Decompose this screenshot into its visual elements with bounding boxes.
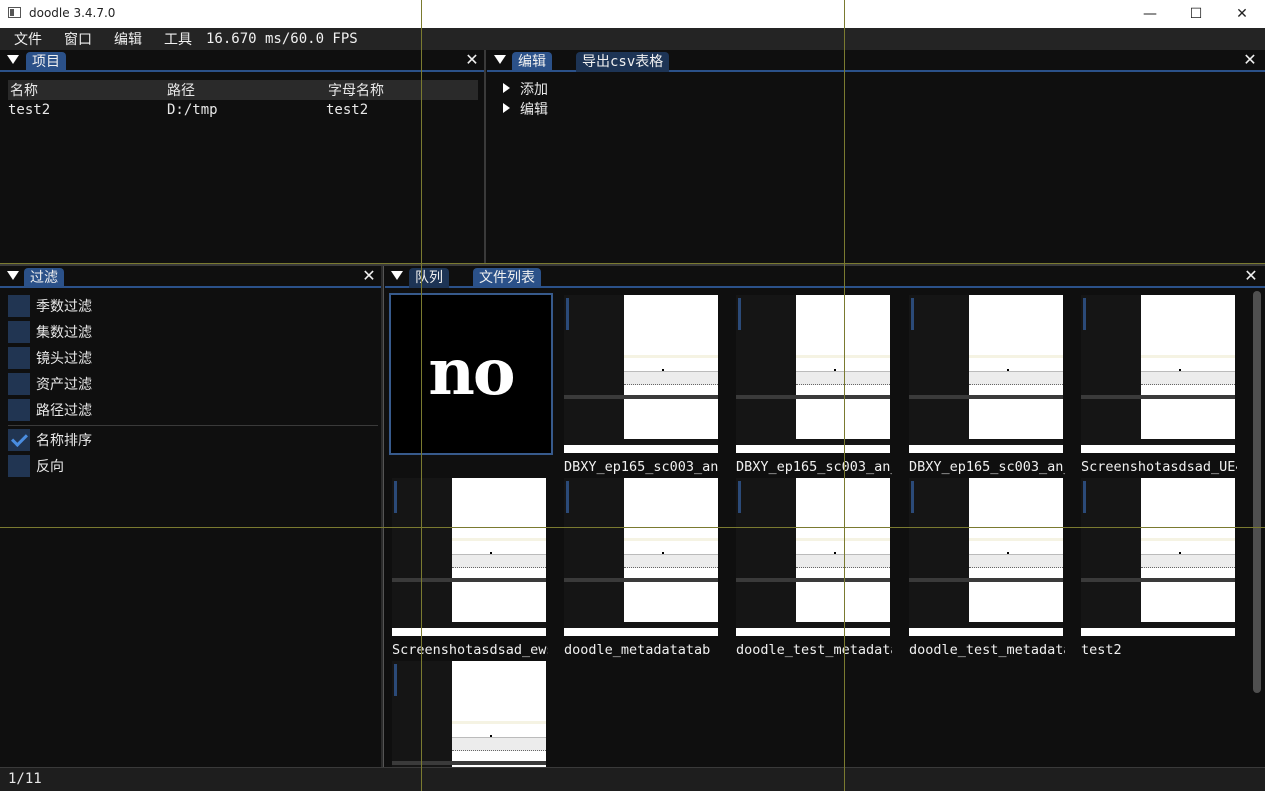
checkbox-label: 集数过滤 [36, 325, 92, 341]
file-item[interactable]: doodle_test_metadata1 [736, 478, 892, 658]
tab-queue[interactable]: 队列 [409, 268, 449, 288]
minimize-button[interactable]: — [1127, 0, 1173, 28]
column-header-alias[interactable]: 字母名称 [328, 80, 384, 100]
file-grid: no DBXY_ep165_sc003_an DBXY_ep165_sc003_… [385, 289, 1251, 767]
file-thumbnail[interactable] [1081, 295, 1235, 453]
close-icon[interactable]: ✕ [1241, 51, 1259, 69]
tab-project[interactable]: 项目 [26, 52, 66, 72]
checkbox-label: 季数过滤 [36, 299, 92, 315]
file-thumbnail[interactable] [909, 478, 1063, 636]
tree-node-edit[interactable]: 编辑 [520, 99, 548, 119]
file-item[interactable]: test2 [1081, 478, 1237, 658]
file-thumbnail[interactable] [736, 478, 890, 636]
collapse-icon[interactable] [494, 55, 506, 64]
file-name: doodle_test_metadata1 [909, 642, 1065, 658]
checkbox[interactable] [8, 455, 30, 477]
no-preview-text: no [428, 335, 515, 410]
file-item[interactable]: doodle_metadatatab [564, 478, 720, 658]
table-cell-path[interactable]: D:/tmp [167, 102, 218, 118]
menu-tools[interactable]: 工具 [156, 29, 200, 49]
checkbox-checked[interactable] [8, 429, 30, 451]
file-item[interactable]: DBXY_ep165_sc003_an_1 [736, 295, 892, 475]
close-icon[interactable]: ✕ [360, 267, 378, 285]
checkbox-label: 资产过滤 [36, 377, 92, 393]
file-thumbnail[interactable] [392, 478, 546, 636]
panel-divider[interactable] [484, 50, 486, 264]
app-icon [8, 7, 21, 18]
file-tabbar: 队列 文件列表 ✕ [385, 266, 1265, 288]
menu-window[interactable]: 窗口 [56, 29, 100, 49]
guide-line [0, 263, 1265, 264]
checkbox-label: 反向 [36, 459, 64, 475]
status-bar: 1/11 [0, 767, 1265, 791]
file-name: DBXY_ep165_sc003_an_1 [736, 459, 892, 475]
file-name: Screenshotasdsad_ews_ [392, 642, 548, 658]
menu-edit[interactable]: 编辑 [106, 29, 150, 49]
file-name: doodle_test_metadata1 [736, 642, 892, 658]
file-name: DBXY_ep165_sc003_an_2 [909, 459, 1065, 475]
file-name: doodle_metadatatab [564, 642, 711, 658]
file-item[interactable]: Screenshotasdsad_ews_ [392, 478, 548, 658]
title-bar: doodle 3.4.7.0 — ☐ ✕ [0, 0, 1265, 28]
panel-divider[interactable] [381, 266, 384, 767]
column-header-name[interactable]: 名称 [10, 80, 38, 100]
tab-export-csv[interactable]: 导出csv表格 [576, 52, 670, 72]
menu-bar: 文件 窗口 编辑 工具 16.670 ms/60.0 FPS [0, 28, 1265, 50]
file-thumbnail-placeholder[interactable]: no [389, 293, 553, 455]
tab-edit[interactable]: 编辑 [512, 52, 552, 72]
column-header-path[interactable]: 路径 [167, 80, 195, 100]
file-thumbnail[interactable] [736, 295, 890, 453]
close-icon[interactable]: ✕ [1242, 267, 1260, 285]
file-item[interactable]: DBXY_ep165_sc003_an_2 [909, 295, 1065, 475]
scrollbar-thumb[interactable] [1253, 291, 1261, 693]
close-icon[interactable]: ✕ [463, 51, 481, 69]
file-thumbnail[interactable] [564, 295, 718, 453]
window-title: doodle 3.4.7.0 [29, 6, 116, 20]
checkbox-label: 路径过滤 [36, 403, 92, 419]
file-item[interactable]: DBXY_ep165_sc003_an [564, 295, 720, 475]
checkbox[interactable] [8, 321, 30, 343]
close-window-button[interactable]: ✕ [1219, 0, 1265, 28]
checkbox[interactable] [8, 373, 30, 395]
menu-file[interactable]: 文件 [6, 29, 50, 49]
guide-line [0, 527, 1265, 528]
guide-line [844, 0, 845, 791]
file-thumbnail[interactable] [1081, 478, 1235, 636]
maximize-button[interactable]: ☐ [1173, 0, 1219, 28]
file-thumbnail[interactable] [564, 478, 718, 636]
project-table-header [8, 80, 478, 100]
tab-file-list[interactable]: 文件列表 [473, 268, 541, 288]
file-item[interactable]: Screenshotasdsad_UE4 [1081, 295, 1237, 475]
checkbox[interactable] [8, 347, 30, 369]
collapse-icon[interactable] [7, 271, 19, 280]
file-name: DBXY_ep165_sc003_an [564, 459, 719, 475]
collapse-icon[interactable] [391, 271, 403, 280]
checkbox[interactable] [8, 295, 30, 317]
edit-tabbar: 编辑 导出csv表格 ✕ [487, 50, 1265, 72]
edit-panel: 编辑 导出csv表格 ✕ [487, 50, 1265, 264]
file-thumbnail[interactable] [392, 661, 546, 767]
file-item[interactable] [392, 661, 548, 767]
collapse-icon[interactable] [7, 55, 19, 64]
file-thumbnail[interactable] [909, 295, 1063, 453]
checkbox-label: 名称排序 [36, 433, 92, 449]
item-count: 1/11 [8, 771, 42, 787]
file-name: test2 [1081, 642, 1122, 658]
filter-tabbar: 过滤 ✕ [0, 266, 381, 288]
project-tabbar: 项目 ✕ [0, 50, 484, 72]
separator [8, 425, 378, 426]
checkbox[interactable] [8, 399, 30, 421]
expand-arrow-icon[interactable] [503, 103, 510, 113]
table-cell-alias[interactable]: test2 [326, 102, 368, 118]
file-name: Screenshotasdsad_UE4 [1081, 459, 1237, 475]
checkbox-label: 镜头过滤 [36, 351, 92, 367]
guide-line [421, 0, 422, 791]
tab-filter[interactable]: 过滤 [24, 268, 64, 288]
file-item[interactable]: doodle_test_metadata1 [909, 478, 1065, 658]
expand-arrow-icon[interactable] [503, 83, 510, 93]
tree-node-add[interactable]: 添加 [520, 79, 548, 99]
fps-readout: 16.670 ms/60.0 FPS [206, 31, 358, 47]
table-cell-name[interactable]: test2 [8, 102, 50, 118]
